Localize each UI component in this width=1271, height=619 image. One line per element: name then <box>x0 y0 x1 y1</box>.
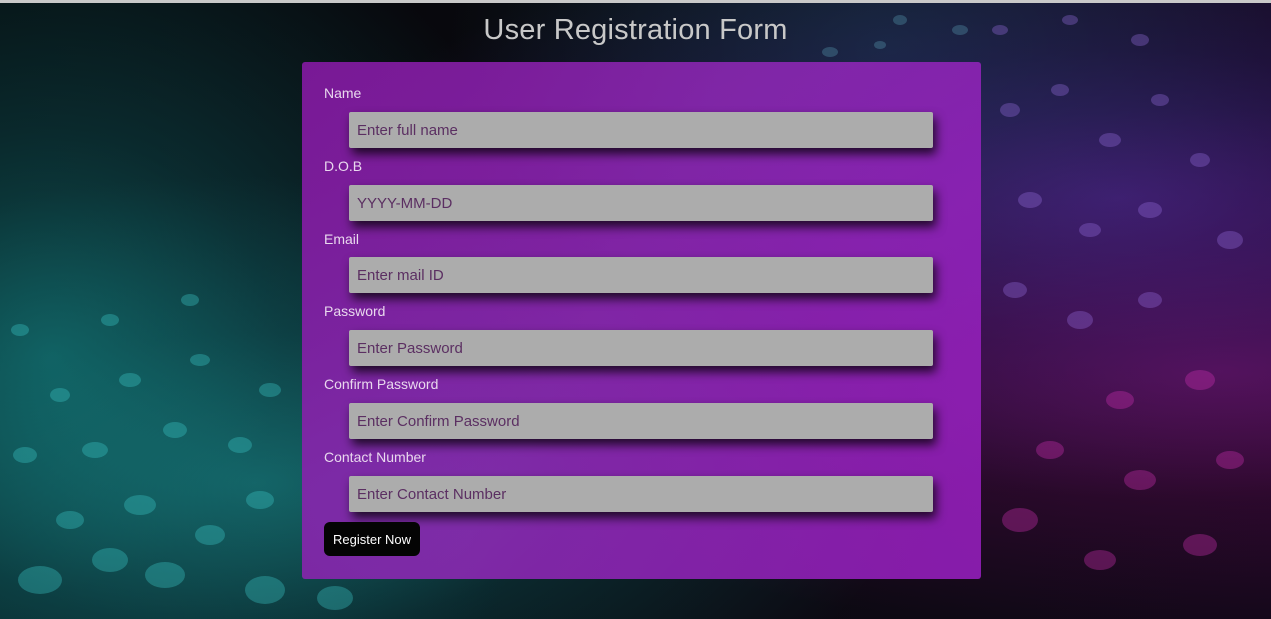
confirm-password-label: Confirm Password <box>324 376 439 392</box>
name-label: Name <box>324 85 362 101</box>
registration-form: Name D.O.B Email Password Confirm Passwo… <box>302 62 981 579</box>
confirm-password-input[interactable] <box>349 403 933 439</box>
dob-input[interactable] <box>349 185 933 221</box>
contact-number-label: Contact Number <box>324 449 426 465</box>
name-input[interactable] <box>349 112 933 148</box>
browser-top-strip <box>0 0 1271 3</box>
email-input[interactable] <box>349 257 933 293</box>
contact-number-input[interactable] <box>349 476 933 512</box>
email-label: Email <box>324 231 360 247</box>
dob-label: D.O.B <box>324 158 363 174</box>
password-input[interactable] <box>349 330 933 366</box>
page-title: User Registration Form <box>483 14 788 46</box>
register-now-button[interactable]: Register Now <box>324 522 421 556</box>
password-label: Password <box>324 303 386 319</box>
